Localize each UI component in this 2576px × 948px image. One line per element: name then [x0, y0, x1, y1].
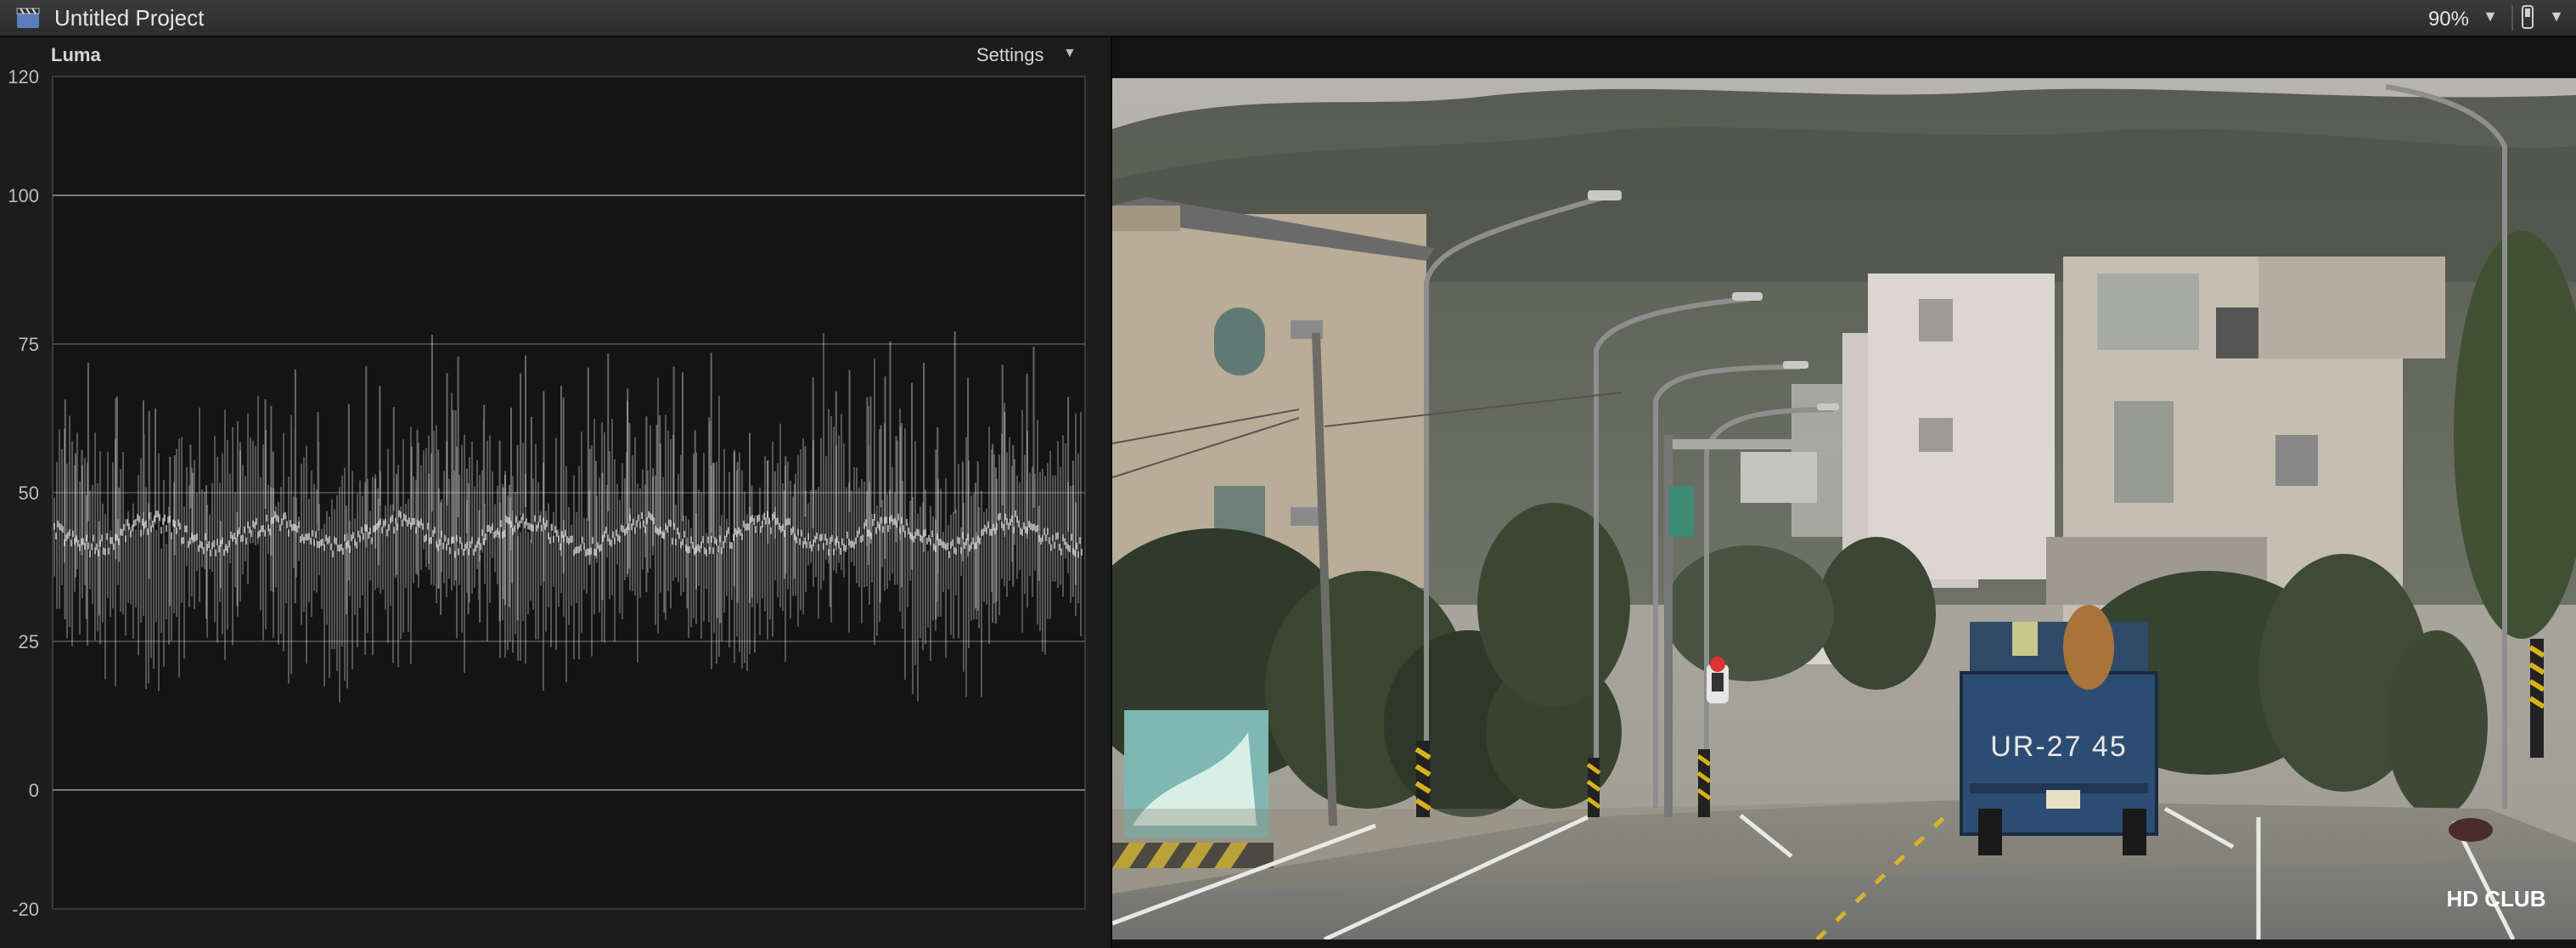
scope-title: Luma: [51, 44, 101, 65]
video-frame[interactable]: UR-27 45 HD CLUB: [1112, 78, 2576, 940]
mid-trees: [1664, 545, 1834, 681]
mid-trees: [1477, 503, 1630, 707]
axis-tick-label: 50: [19, 482, 39, 504]
scope-axis-labels: 120 100 75 50 25 0 -20: [8, 66, 39, 920]
toolbar-divider: [2511, 5, 2513, 31]
license-plate: UR-27 45: [1990, 731, 2128, 763]
axis-tick-label: 75: [19, 334, 39, 355]
axis-tick-label: 0: [29, 780, 39, 801]
left-building: [1112, 197, 1435, 588]
chevron-down-icon[interactable]: ▼: [2549, 8, 2564, 25]
clapperboard-icon: [16, 8, 40, 28]
chevron-down-icon[interactable]: ▼: [1063, 46, 1077, 61]
pickup-truck: UR-27 45: [1960, 605, 2158, 855]
project-title: Untitled Project: [54, 5, 205, 31]
zoom-level[interactable]: 90%: [2428, 8, 2469, 31]
viewer-panel: UR-27 45 HD CLUB: [1112, 37, 2576, 948]
axis-tick-label: 120: [8, 66, 39, 87]
luma-waveform: 120 100 75 50 25 0 -20: [8, 66, 1086, 920]
svg-text:HD CLUB: HD CLUB: [2447, 886, 2546, 911]
axis-tick-label: 100: [8, 185, 39, 206]
chevron-down-icon[interactable]: ▼: [2483, 8, 2498, 25]
roadside-person: [2449, 818, 2493, 842]
axis-tick-label: 25: [19, 631, 39, 652]
title-bar: Untitled Project 90% ▼ ▼: [0, 0, 2576, 37]
view-switch-icon[interactable]: [2522, 4, 2534, 30]
settings-menu[interactable]: Settings: [976, 44, 1044, 66]
axis-tick-label: -20: [12, 899, 39, 920]
luma-scope-panel: 120 100 75 50 25 0 -20 Luma Settings ▼: [0, 37, 1112, 948]
